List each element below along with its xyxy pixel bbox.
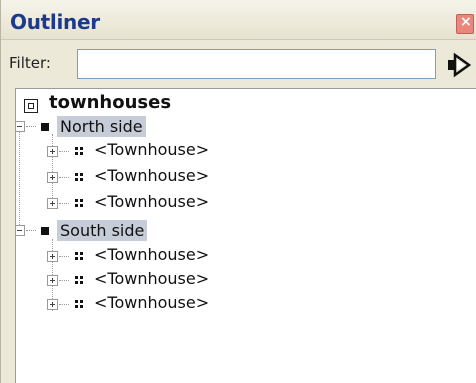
tree-item-row[interactable]: <Townhouse> [16,268,456,292]
tree-connector [59,177,69,178]
expand-toggle-icon[interactable] [47,146,58,157]
filter-label: Filter: [9,54,51,72]
title-bar[interactable]: Outliner × [1,0,476,40]
tree-connector [59,203,69,204]
group-icon [41,227,49,235]
close-icon: × [460,14,472,30]
outliner-tree[interactable]: townhouses North side <Townhouse> <Townh… [15,88,476,383]
expand-toggle-icon[interactable] [47,299,58,310]
expand-toggle-icon[interactable] [47,172,58,183]
object-icon [75,199,84,208]
tree-group-row[interactable]: South side [16,219,456,243]
item-label: <Townhouse> [94,269,210,288]
tree-item-row[interactable]: <Townhouse> [16,244,456,268]
item-label: <Townhouse> [94,192,210,211]
tree-group-row[interactable]: North side [16,115,456,139]
tree-connector [26,126,36,127]
filter-bar: Filter: [1,40,476,88]
object-icon [75,147,84,156]
tree-connector [59,280,69,281]
scene-root-icon [24,99,38,113]
object-icon [75,173,84,182]
expand-toggle-icon[interactable] [47,198,58,209]
group-label: South side [57,220,148,241]
tree-item-row[interactable]: <Townhouse> [16,292,456,316]
object-icon [75,300,84,309]
object-icon [75,252,84,261]
tree-root-label: townhouses [49,92,172,113]
filter-input[interactable] [77,49,436,79]
tree-connector [59,256,69,257]
tree-root-row[interactable]: townhouses [16,89,456,115]
tree-connector [59,151,69,152]
group-label: North side [57,116,146,137]
item-label: <Townhouse> [94,166,210,185]
group-icon [41,123,49,131]
tree-connector [59,304,69,305]
collapse-toggle-icon[interactable] [16,121,25,132]
window-title: Outliner [10,10,100,34]
collapse-toggle-icon[interactable] [16,225,25,236]
apply-filter-arrow-icon[interactable] [447,52,471,78]
expand-toggle-icon[interactable] [47,275,58,286]
tree-item-row[interactable]: <Townhouse> [16,139,456,163]
tree-item-row[interactable]: <Townhouse> [16,165,456,189]
item-label: <Townhouse> [94,245,210,264]
expand-toggle-icon[interactable] [47,251,58,262]
outliner-panel: Outliner × Filter: townhouses North side [0,0,476,383]
item-label: <Townhouse> [94,140,210,159]
tree-connector [26,230,36,231]
item-label: <Townhouse> [94,293,210,312]
close-button[interactable]: × [456,14,474,34]
object-icon [75,276,84,285]
tree-item-row[interactable]: <Townhouse> [16,191,456,215]
